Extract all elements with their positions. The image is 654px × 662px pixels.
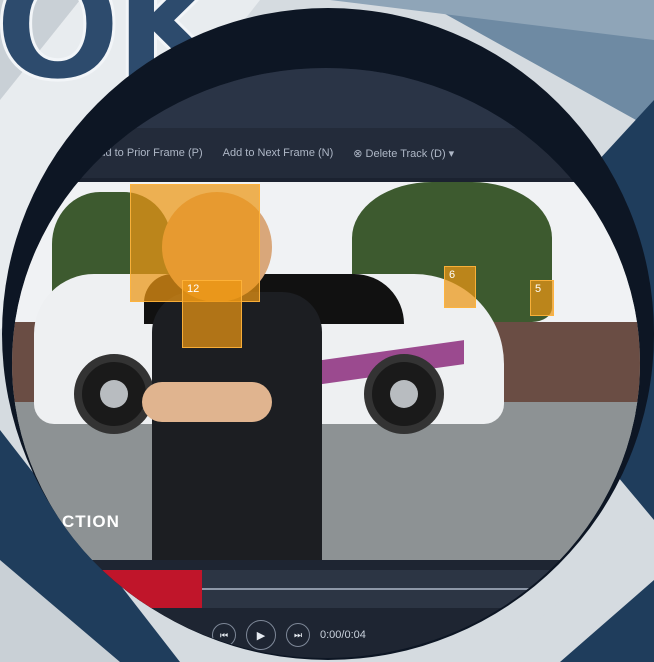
- add-to-next-frame-button[interactable]: Add to Next Frame (N): [223, 147, 334, 159]
- video-watermark: CTION: [62, 512, 120, 531]
- timeline-waveform: [202, 588, 640, 590]
- time-readout: 0:00/0:04: [320, 629, 366, 641]
- delete-track-button[interactable]: ⊗ Delete Track (D) ▾: [353, 147, 454, 160]
- timeline-track[interactable]: [12, 570, 640, 608]
- bbox-badge[interactable]: 12: [182, 280, 242, 348]
- bbox-person-6[interactable]: 6: [444, 266, 476, 308]
- app-header-bar: [12, 68, 640, 128]
- add-to-prior-frame-button[interactable]: Add to Prior Frame (P): [92, 147, 203, 159]
- officer-arm: [142, 382, 272, 422]
- play-icon[interactable]: ▶: [246, 620, 276, 650]
- timeline-panel: ⏮ ▶ ⏭ 0:00/0:04: [12, 560, 640, 658]
- timeline-track-segment[interactable]: [12, 570, 202, 608]
- video-frame[interactable]: 12 6 5 CTION: [12, 182, 640, 560]
- bbox-person-5[interactable]: 5: [530, 280, 554, 316]
- annotation-toolbar: Add to Prior Frame (P) Add to Next Frame…: [12, 128, 640, 178]
- player-controls: ⏮ ▶ ⏭ 0:00/0:04: [212, 620, 366, 650]
- car-rear-wheel: [364, 354, 444, 434]
- skip-forward-icon[interactable]: ⏭: [286, 623, 310, 647]
- circle-frame: Add to Prior Frame (P) Add to Next Frame…: [0, 0, 654, 662]
- skip-back-icon[interactable]: ⏮: [212, 623, 236, 647]
- annotation-app-window: Add to Prior Frame (P) Add to Next Frame…: [12, 68, 640, 658]
